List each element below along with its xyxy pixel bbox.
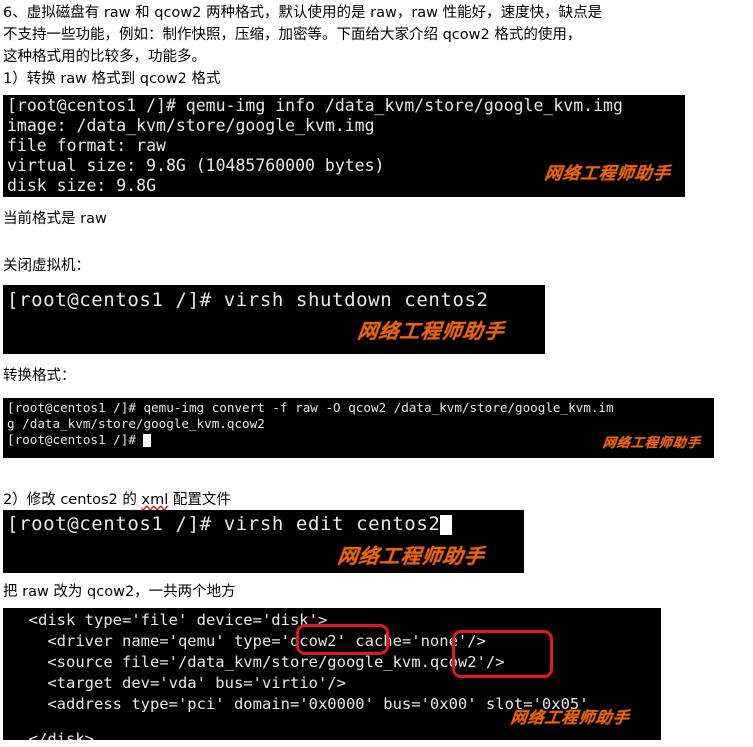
caption-shutdown-vm: 关闭虚拟机： [3,258,90,274]
terminal-virsh-edit: [root@centos1 /]# virsh edit centos2 网络工… [3,510,524,573]
watermark: 网络工程师助手 [601,436,702,451]
terminal-line: <address type='pci' domain='0x0000' bus=… [10,695,589,713]
intro-paragraph-line-2: 不支持一些功能，例如：制作快照，压缩，加密等。下面给大家介绍 qcow2 格式的… [3,27,582,43]
watermark: 网络工程师助手 [356,319,507,343]
terminal-xml-disk-config: <disk type='file' device='disk'> <driver… [3,608,661,740]
terminal-qemu-img-info: [root@centos1 /]# qemu-img info /data_kv… [3,95,685,197]
step-2-heading: 2）修改 centos2 的 xml 配置文件 [3,489,231,511]
terminal-line: [root@centos1 /]# virsh edit centos2 [7,513,453,535]
intro-paragraph-line-3: 这种格式用的比较多，功能多。 [3,49,206,65]
step-2-heading-part1: 2）修改 centos2 的 [3,492,142,508]
watermark: 网络工程师助手 [509,708,631,727]
caption-current-format: 当前格式是 raw [3,211,107,227]
caption-convert-format: 转换格式： [3,368,76,384]
terminal-line: <target dev='vda' bus='virtio'/> [10,674,346,692]
terminal-line: <disk type='file' device='disk'> [10,611,328,629]
caption-change-raw-to-qcow2: 把 raw 改为 qcow2，一共两个地方 [3,584,236,600]
terminal-line: virtual size: 9.8G (10485760000 bytes) [7,156,385,175]
terminal-line: <driver name='qemu' type='qcow2' cache='… [10,632,486,650]
terminal-line: [root@centos1 /]# qemu-img info /data_kv… [7,96,623,115]
step-1-heading: 1）转换 raw 格式到 qcow2 格式 [3,71,221,87]
intro-paragraph-line-1: 6、虚拟磁盘有 raw 和 qcow2 两种格式，默认使用的是 raw，raw … [3,5,603,21]
terminal-line: [root@centos1 /]# virsh shutdown centos2 [7,289,489,311]
terminal-line: image: /data_kvm/store/google_kvm.img [7,116,375,135]
tutorial-document: 6、虚拟磁盘有 raw 和 qcow2 两种格式，默认使用的是 raw，raw … [0,0,753,747]
terminal-cursor [440,515,453,535]
terminal-line: <source file='/data_kvm/store/google_kvm… [10,653,505,671]
terminal-line: file format: raw [7,136,166,155]
terminal-line: [root@centos1 /]# qemu-img convert -f ra… [7,400,614,415]
watermark: 网络工程师助手 [543,164,672,184]
terminal-prompt: [root@centos1 /]# [7,432,144,447]
terminal-line: [root@centos1 /]# [7,432,152,447]
terminal-command: [root@centos1 /]# virsh edit centos2 [7,513,441,535]
terminal-line: disk size: 9.8G [7,176,157,195]
terminal-cursor [143,433,152,447]
step-2-heading-misspelled-word: xml [141,492,169,508]
terminal-line: g /data_kvm/store/google_kvm.qcow2 [7,416,265,431]
terminal-line: </disk> [10,730,94,740]
step-2-heading-part2: 配置文件 [168,492,231,508]
terminal-qemu-img-convert: [root@centos1 /]# qemu-img convert -f ra… [3,398,714,458]
terminal-virsh-shutdown: [root@centos1 /]# virsh shutdown centos2… [3,285,545,354]
watermark: 网络工程师助手 [336,544,487,568]
